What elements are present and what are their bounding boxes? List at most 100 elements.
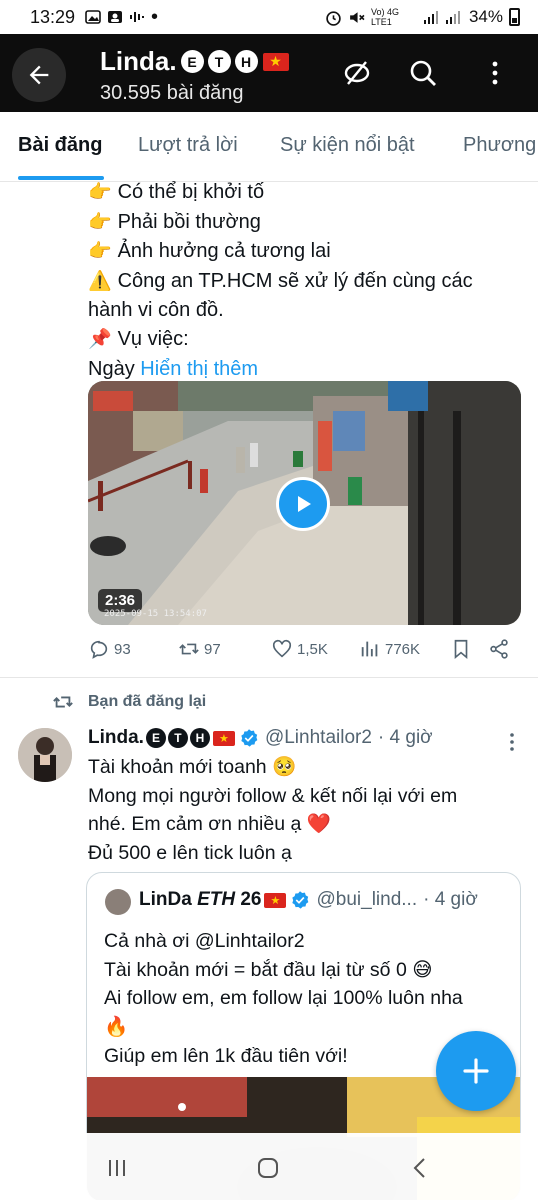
tweet-line: 📌 Vụ việc:	[88, 327, 189, 350]
more-options-button[interactable]	[478, 56, 512, 90]
notification-icons: •	[85, 6, 159, 28]
status-time: 13:29	[30, 6, 76, 27]
back-button[interactable]	[12, 48, 66, 102]
signal-icon	[423, 11, 438, 24]
tweet-actions: 93 97 1,5K 776K	[88, 638, 520, 664]
alarm-icon	[326, 10, 341, 26]
share-button[interactable]	[488, 638, 510, 660]
gallery-notification-icon	[85, 10, 101, 24]
badge-t: T	[167, 728, 188, 748]
quoted-line: Tài khoản mới = bắt đầu lại từ số 0 😅	[104, 958, 433, 981]
tab-posts[interactable]: Bài đăng	[18, 134, 102, 157]
post-count: 30.595 bài đăng	[100, 82, 244, 104]
home-icon	[258, 1158, 278, 1178]
tweet-header: Linda. E T H ★ @Linhtailor2 · 4 giờ	[88, 727, 433, 749]
recents-icon	[109, 1160, 125, 1176]
views-icon	[361, 641, 378, 657]
tweet-line: nhé. Em cảm ơn nhiều ạ ❤️	[88, 813, 332, 835]
header-profile-name: Linda. E T H ★	[100, 46, 289, 77]
voice-notification-icon	[130, 12, 145, 22]
repost-label: Bạn đã đăng lại	[88, 693, 207, 710]
quoted-author-name: LinDa ETH 26	[139, 889, 262, 910]
battery-percent: 34%	[468, 7, 503, 26]
quoted-line: 🔥	[104, 1016, 129, 1039]
compose-plus-icon	[463, 1058, 489, 1084]
profile-tabs: Bài đăng Lượt trả lời Sự kiện nổi bật Ph…	[0, 112, 538, 182]
like-count: 1,5K	[297, 640, 328, 658]
like-icon	[272, 639, 292, 658]
quoted-text: Cả nhà ơi @Linhtailor2 Tài khoản mới = b…	[104, 927, 463, 1071]
tab-highlights[interactable]: Sự kiện nổi bật	[280, 134, 415, 157]
tweet-divider	[0, 677, 538, 678]
badge-h: H	[234, 50, 258, 73]
home-button[interactable]	[253, 1153, 283, 1183]
bookmark-icon	[454, 639, 468, 660]
tweet-video[interactable]: 2:36 2025-09-15 13:54:07	[88, 381, 521, 625]
search-button[interactable]	[406, 56, 440, 90]
like-button[interactable]: 1,5K	[271, 638, 328, 660]
tab-media[interactable]: Phương	[463, 134, 536, 157]
battery-icon	[509, 8, 520, 26]
repost-icon	[179, 643, 199, 655]
share-icon	[490, 639, 508, 659]
reply-icon	[90, 640, 108, 659]
badge-h: H	[189, 728, 210, 748]
verified-icon	[241, 729, 258, 747]
no-translate-icon	[344, 61, 370, 85]
repost-indicator: Bạn đã đăng lại	[52, 691, 206, 713]
views-count: 776K	[385, 640, 421, 658]
reply-button[interactable]: 93	[88, 638, 131, 660]
recents-button[interactable]	[102, 1153, 132, 1183]
quoted-line: Giúp em lên 1k đầu tiên với!	[104, 1044, 348, 1067]
header-name-text: Linda.	[100, 46, 177, 76]
quoted-header: LinDa ETH 26 ★ @bui_lind... · 4 giờ	[139, 889, 478, 911]
status-right: Vo) 4G LTE1 34%	[325, 7, 520, 27]
views-button[interactable]: 776K	[359, 638, 420, 660]
tweet-line: Tài khoản mới toanh 🥺	[88, 756, 297, 778]
vietnam-flag-icon: ★	[212, 730, 235, 746]
system-nav-bar	[0, 1133, 538, 1200]
show-more-link[interactable]: Hiển thị thêm	[140, 358, 258, 380]
tweet-line: 👉 Có thể bị khởi tố	[88, 181, 265, 203]
profile-header: Linda. E T H ★ 30.595 bài đăng	[0, 34, 538, 112]
vietnam-flag-icon: ★	[264, 892, 287, 908]
back-nav-button[interactable]	[405, 1153, 435, 1183]
badge-e: E	[145, 728, 166, 748]
author-name[interactable]: Linda.	[88, 727, 144, 749]
contact-notification-icon	[108, 11, 123, 23]
more-notifications-dot: •	[151, 6, 159, 28]
tweet-line: Đủ 500 e lên tick luôn ạ	[88, 841, 292, 864]
repost-button[interactable]: 97	[178, 638, 221, 660]
avatar-image	[18, 728, 72, 782]
reply-count: 93	[114, 640, 131, 658]
repost-count: 97	[204, 640, 221, 658]
no-translate-button[interactable]	[340, 56, 374, 90]
tweet-text: Tài khoản mới toanh 🥺 Mong mọi người fol…	[88, 753, 457, 867]
tweet-line: hành vi côn đồ.	[88, 299, 224, 322]
tweet-line: ⚠️ Công an TP.HCM sẽ xử lý đến cùng các	[88, 269, 473, 292]
tweet-more-icon[interactable]	[508, 732, 516, 752]
compose-button[interactable]	[436, 1031, 516, 1111]
play-button[interactable]	[276, 477, 330, 531]
signal-r-icon	[445, 11, 460, 24]
search-icon	[410, 60, 436, 86]
tab-replies[interactable]: Lượt trả lời	[138, 134, 238, 157]
tweet-line: 👉 Ảnh hưởng cả tương lai	[88, 240, 331, 263]
quoted-avatar	[105, 889, 131, 915]
play-icon	[298, 496, 311, 512]
author-handle[interactable]: @Linhtailor2	[265, 727, 372, 749]
repost-indicator-icon	[53, 696, 73, 708]
video-timestamp: 2025-09-15 13:54:07	[104, 609, 207, 619]
quoted-handle: @bui_lind...	[316, 889, 418, 910]
verified-icon	[292, 891, 309, 909]
avatar[interactable]	[18, 728, 72, 782]
tweet-text: 👉 Có thể bị khởi tố 👉 Phải bồi thường 👉 …	[88, 178, 473, 383]
bookmark-button[interactable]	[450, 638, 472, 660]
tweet-line: Ngày Hiển thị thêm	[88, 357, 259, 380]
mute-icon	[350, 11, 365, 23]
back-arrow-icon	[29, 65, 49, 85]
vietnam-flag-icon: ★	[262, 52, 289, 71]
network-label: Vo) 4G LTE1	[370, 7, 399, 27]
status-bar: 13:29 • Vo) 4G LTE1 34%	[0, 0, 538, 34]
quoted-line: Cả nhà ơi @Linhtailor2	[104, 930, 305, 952]
